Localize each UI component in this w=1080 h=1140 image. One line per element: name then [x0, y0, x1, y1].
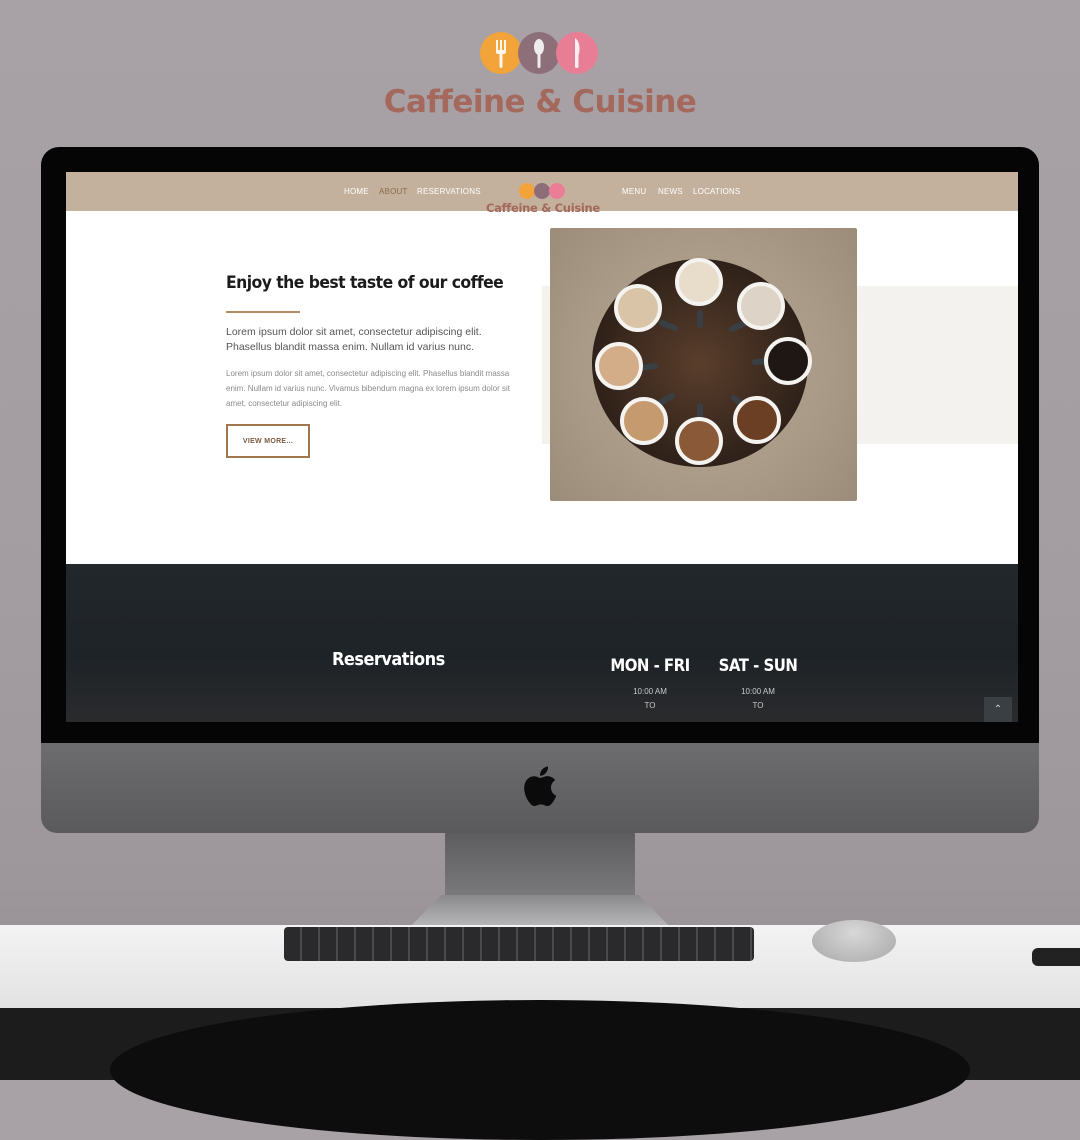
brand-wordmark: Caffeine & Cuisine: [383, 84, 697, 120]
hours-time: 10:00 AM TO: [703, 685, 813, 713]
fork-circle-icon: [519, 183, 535, 199]
fork-circle-icon: [480, 32, 522, 74]
spoon-circle-icon: [518, 32, 560, 74]
knife-circle-icon: [556, 32, 598, 74]
hours-open: 10:00 AM: [741, 687, 775, 696]
hours-open: 10:00 AM: [633, 687, 667, 696]
mouse: [812, 920, 896, 962]
brand-logo-icon: [480, 30, 600, 78]
keyboard: [284, 927, 754, 961]
nav-news[interactable]: NEWS: [658, 187, 683, 196]
hours-days-label: SAT - SUN: [718, 656, 798, 676]
monitor-stand-base: [410, 895, 670, 927]
reservations-section: Reservations MON - FRI 10:00 AM TO SAT -…: [66, 564, 1018, 722]
nav-logo[interactable]: Caffeine & Cuisine: [486, 183, 600, 219]
hours-weekday: MON - FRI 10:00 AM TO: [595, 656, 705, 713]
coffee-cups-photo: [550, 228, 857, 501]
scroll-to-top-button[interactable]: ⌃: [984, 697, 1012, 722]
apple-logo-icon: [521, 765, 559, 807]
spoon-circle-icon: [534, 183, 550, 199]
hero-title: Enjoy the best taste of our coffee: [226, 273, 504, 293]
nav-locations[interactable]: LOCATIONS: [693, 187, 740, 196]
brand-header: Caffeine & Cuisine: [0, 30, 1080, 120]
hours-days-label: MON - FRI: [610, 656, 690, 676]
chair: [110, 1000, 970, 1140]
chevron-up-icon: ⌃: [993, 704, 1003, 715]
nav-logo-icon: [519, 183, 565, 199]
nav-menu[interactable]: MENU: [622, 187, 646, 196]
hours-to: TO: [644, 701, 656, 710]
knife-circle-icon: [549, 183, 565, 199]
hours-to: TO: [752, 701, 764, 710]
nav-reservations[interactable]: RESERVATIONS: [417, 187, 481, 196]
hero-lead-text: Lorem ipsum dolor sit amet, consectetur …: [226, 326, 482, 353]
monitor-stand: [445, 833, 635, 903]
hours-time: 10:00 AM TO: [595, 685, 705, 713]
site-navbar: HOME ABOUT RESERVATIONS Caffeine & Cuisi…: [66, 172, 1018, 215]
phone: [1032, 948, 1080, 966]
nav-about[interactable]: ABOUT: [379, 187, 408, 196]
view-more-button[interactable]: VIEW MORE...: [226, 424, 310, 458]
hero-body-text: Lorem ipsum dolor sit amet, consectetur …: [226, 369, 510, 408]
hours-weekend: SAT - SUN 10:00 AM TO: [703, 656, 813, 713]
hero-divider: [226, 311, 300, 313]
nav-home[interactable]: HOME: [344, 187, 369, 196]
reservations-title: Reservations: [332, 649, 445, 670]
website-screen: HOME ABOUT RESERVATIONS Caffeine & Cuisi…: [66, 172, 1018, 722]
nav-logo-text: Caffeine & Cuisine: [486, 201, 600, 215]
